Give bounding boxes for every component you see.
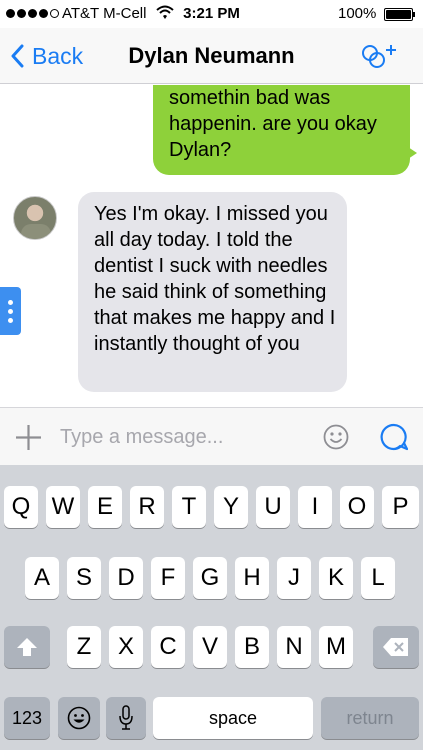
outgoing-message-text: somethin bad was happenin. are you okay … xyxy=(169,87,377,161)
key-x[interactable]: X xyxy=(109,626,143,668)
handle-dot xyxy=(8,299,13,305)
key-f[interactable]: F xyxy=(151,557,185,599)
key-j[interactable]: J xyxy=(277,557,311,599)
message-thread[interactable]: somethin bad was happenin. are you okay … xyxy=(0,85,423,407)
key-u[interactable]: U xyxy=(256,486,290,528)
shift-icon xyxy=(17,638,37,656)
key-a[interactable]: A xyxy=(25,557,59,599)
emoji-key-icon xyxy=(67,706,91,730)
space-key[interactable]: space xyxy=(153,697,313,739)
emoji-key[interactable] xyxy=(58,697,100,739)
incoming-message-text: Yes I'm okay. I missed you all day today… xyxy=(94,203,336,355)
key-m[interactable]: M xyxy=(319,626,353,668)
dictation-key[interactable] xyxy=(106,697,146,739)
key-i[interactable]: I xyxy=(298,486,332,528)
battery-percentage: 100% xyxy=(338,5,377,22)
status-bar: AT&T M-Cell 3:21 PM 100% xyxy=(0,0,423,28)
contact-avatar[interactable] xyxy=(13,196,57,240)
side-menu-handle[interactable] xyxy=(0,287,21,335)
add-people-icon[interactable] xyxy=(360,40,406,72)
key-v[interactable]: V xyxy=(193,626,227,668)
message-composer xyxy=(0,407,423,465)
outgoing-bubble-tail xyxy=(405,145,417,161)
key-p[interactable]: P xyxy=(382,486,419,528)
return-key[interactable]: return xyxy=(321,697,419,739)
key-r[interactable]: R xyxy=(130,486,164,528)
battery-icon xyxy=(384,8,413,21)
shift-key[interactable] xyxy=(4,626,50,668)
key-e[interactable]: E xyxy=(88,486,122,528)
smiley-icon[interactable] xyxy=(323,424,349,450)
chat-bubble-icon[interactable] xyxy=(380,423,408,451)
handle-dot xyxy=(8,308,13,314)
key-n[interactable]: N xyxy=(277,626,311,668)
numbers-key[interactable]: 123 xyxy=(4,697,50,739)
key-s[interactable]: S xyxy=(67,557,101,599)
plus-icon[interactable] xyxy=(15,424,42,451)
message-input[interactable] xyxy=(60,422,310,452)
key-k[interactable]: K xyxy=(319,557,353,599)
handle-dot xyxy=(8,317,13,323)
key-t[interactable]: T xyxy=(172,486,206,528)
navigation-bar: Back Dylan Neumann xyxy=(0,28,423,84)
incoming-message-bubble[interactable]: Yes I'm okay. I missed you all day today… xyxy=(78,192,347,392)
key-c[interactable]: C xyxy=(151,626,185,668)
key-b[interactable]: B xyxy=(235,626,269,668)
key-d[interactable]: D xyxy=(109,557,143,599)
outgoing-message-bubble[interactable]: somethin bad was happenin. are you okay … xyxy=(153,85,410,175)
battery-nub xyxy=(413,12,415,17)
key-z[interactable]: Z xyxy=(67,626,101,668)
key-g[interactable]: G xyxy=(193,557,227,599)
key-w[interactable]: W xyxy=(46,486,80,528)
key-q[interactable]: Q xyxy=(4,486,38,528)
key-y[interactable]: Y xyxy=(214,486,248,528)
key-h[interactable]: H xyxy=(235,557,269,599)
microphone-icon xyxy=(119,705,133,730)
keyboard: Q W E R T Y U I O P A S D F G H J K L Z … xyxy=(0,465,423,750)
delete-key[interactable] xyxy=(373,626,419,668)
key-o[interactable]: O xyxy=(340,486,374,528)
key-l[interactable]: L xyxy=(361,557,395,599)
delete-icon xyxy=(383,638,408,656)
